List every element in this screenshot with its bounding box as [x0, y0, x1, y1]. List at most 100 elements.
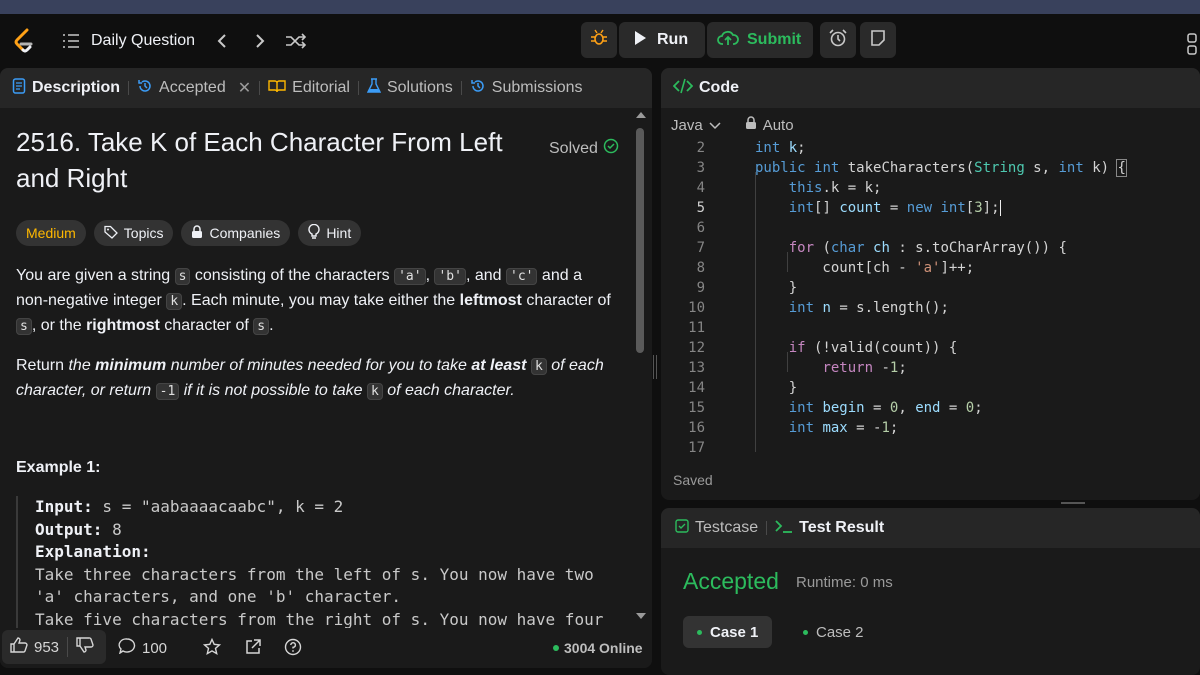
case-1-button[interactable]: Case 1	[683, 616, 773, 648]
cloud-upload-icon	[717, 29, 739, 52]
line-number: 13	[688, 360, 705, 376]
next-question-icon[interactable]	[248, 29, 272, 53]
output-value: 8	[102, 519, 122, 539]
text: , or the	[31, 317, 87, 334]
problem-list-icon[interactable]	[62, 32, 80, 50]
line-number: 8	[696, 260, 705, 276]
input-value: s = "aabaaaacaabc", k = 2	[92, 497, 344, 516]
tab-divider	[128, 81, 130, 95]
panel-resize-handle[interactable]	[653, 355, 657, 379]
code-line: 2 int k;	[661, 140, 1200, 160]
history-icon	[470, 78, 486, 99]
pass-dot-icon	[803, 629, 808, 635]
line-number: 6	[696, 220, 705, 236]
note-icon	[869, 29, 887, 52]
description-scrollbar[interactable]	[636, 128, 644, 353]
line-number: 12	[688, 340, 705, 356]
tab-test-result[interactable]: Test Result	[775, 519, 884, 538]
tab-testcase-label: Testcase	[695, 519, 759, 536]
description-panel: Description Accepted ✕ Editorial Solutio…	[0, 68, 652, 668]
example-heading: Example 1:	[16, 459, 101, 476]
inline-code: s	[174, 268, 191, 285]
case-2-label: Case 2	[816, 623, 864, 641]
dislike-button[interactable]	[76, 637, 94, 657]
code-editor[interactable]: 2 int k; 3 public int takeCharacters(Strin…	[661, 140, 1200, 452]
code-line: 12 if (!valid(count)) {	[661, 340, 1200, 360]
problem-tags: Medium Topics Companies Hint	[16, 220, 362, 246]
play-icon	[633, 30, 647, 51]
line-number: 14	[688, 380, 705, 396]
code-line: 14 }	[661, 380, 1200, 400]
close-icon[interactable]: ✕	[238, 78, 251, 98]
vote-divider	[67, 637, 69, 657]
mode-value: Auto	[762, 116, 794, 134]
daily-question-link[interactable]: Daily Question	[91, 32, 195, 50]
line-number: 7	[696, 240, 705, 256]
result-status: Accepted	[683, 568, 779, 594]
problem-content: 2516. Take K of Each Character From Left…	[16, 124, 621, 631]
auto-mode-toggle[interactable]: Auto	[745, 116, 794, 134]
description-footer: 953 100 3004 Online	[0, 628, 652, 668]
tab-accepted[interactable]: Accepted ✕	[137, 78, 251, 99]
help-button[interactable]	[284, 638, 302, 660]
comment-count: 100	[142, 639, 168, 657]
history-icon	[137, 78, 153, 99]
star-icon	[202, 637, 222, 660]
submit-button[interactable]: Submit	[707, 22, 813, 58]
scroll-down-arrow[interactable]	[636, 613, 646, 619]
tag-icon	[104, 225, 118, 242]
hint-label: Hint	[326, 225, 352, 241]
like-count: 953	[34, 638, 60, 656]
code-tab-label[interactable]: Code	[699, 79, 739, 97]
scroll-up-arrow[interactable]	[636, 112, 646, 118]
editor-toolbar: Java Auto	[671, 116, 794, 134]
tab-divider	[766, 521, 768, 535]
horizontal-resize-handle[interactable]	[1061, 502, 1085, 504]
chevron-down-icon	[709, 117, 721, 134]
thumbs-down-icon	[76, 637, 94, 657]
code-text: }	[755, 280, 798, 296]
problem-paragraph-2: Return the minimum number of minutes nee…	[16, 354, 616, 404]
text: number of minutes needed for you to take	[166, 357, 472, 374]
share-button[interactable]	[244, 638, 262, 660]
run-button[interactable]: Run	[619, 22, 705, 58]
document-icon	[12, 77, 26, 99]
hint-button[interactable]: Hint	[298, 220, 362, 246]
timer-button[interactable]	[820, 22, 856, 58]
favorite-button[interactable]	[202, 637, 222, 660]
tab-editorial[interactable]: Editorial	[268, 79, 350, 98]
tab-description[interactable]: Description	[12, 77, 120, 99]
notes-button[interactable]	[860, 22, 896, 58]
layout-toggle-icon[interactable]	[1186, 32, 1198, 60]
language-select[interactable]: Java	[671, 117, 721, 134]
case-2-button[interactable]: Case 2	[789, 616, 878, 648]
code-text: for (char ch : s.toCharArray()) {	[788, 240, 1067, 256]
code-text: return -1;	[822, 360, 907, 376]
tab-testcase[interactable]: Testcase	[675, 518, 759, 538]
problem-title[interactable]: 2516. Take K of Each Character From Left…	[16, 124, 536, 196]
shuffle-icon[interactable]	[284, 29, 308, 53]
inline-code: k	[366, 383, 383, 400]
topics-label: Topics	[123, 225, 164, 241]
leetcode-logo-icon[interactable]	[12, 28, 36, 54]
comment-icon	[118, 638, 136, 658]
solved-label: Solved	[549, 139, 598, 157]
line-number: 10	[688, 300, 705, 316]
code-line: 3 public int takeCharacters(String s, int…	[661, 159, 1200, 180]
debug-button[interactable]	[581, 22, 617, 58]
tab-submissions[interactable]: Submissions	[470, 78, 582, 99]
example-input: Input: s = "aabaaaacaabc", k = 2	[35, 496, 621, 519]
tab-solutions-label: Solutions	[386, 79, 453, 96]
example-explanation: Explanation:	[35, 541, 621, 564]
like-button[interactable]: 953	[10, 637, 59, 657]
explanation-label: Explanation:	[35, 542, 151, 561]
saved-status: Saved	[673, 472, 713, 488]
code-text: int[] count = new int[3];	[788, 200, 1001, 216]
prev-question-icon[interactable]	[210, 29, 234, 53]
comments-button[interactable]: 100	[118, 638, 167, 658]
code-text: int k;	[755, 140, 806, 156]
topics-button[interactable]: Topics	[93, 220, 174, 246]
tab-solutions[interactable]: Solutions	[366, 77, 453, 99]
companies-button[interactable]: Companies	[181, 220, 291, 246]
inline-code: s	[16, 318, 32, 335]
